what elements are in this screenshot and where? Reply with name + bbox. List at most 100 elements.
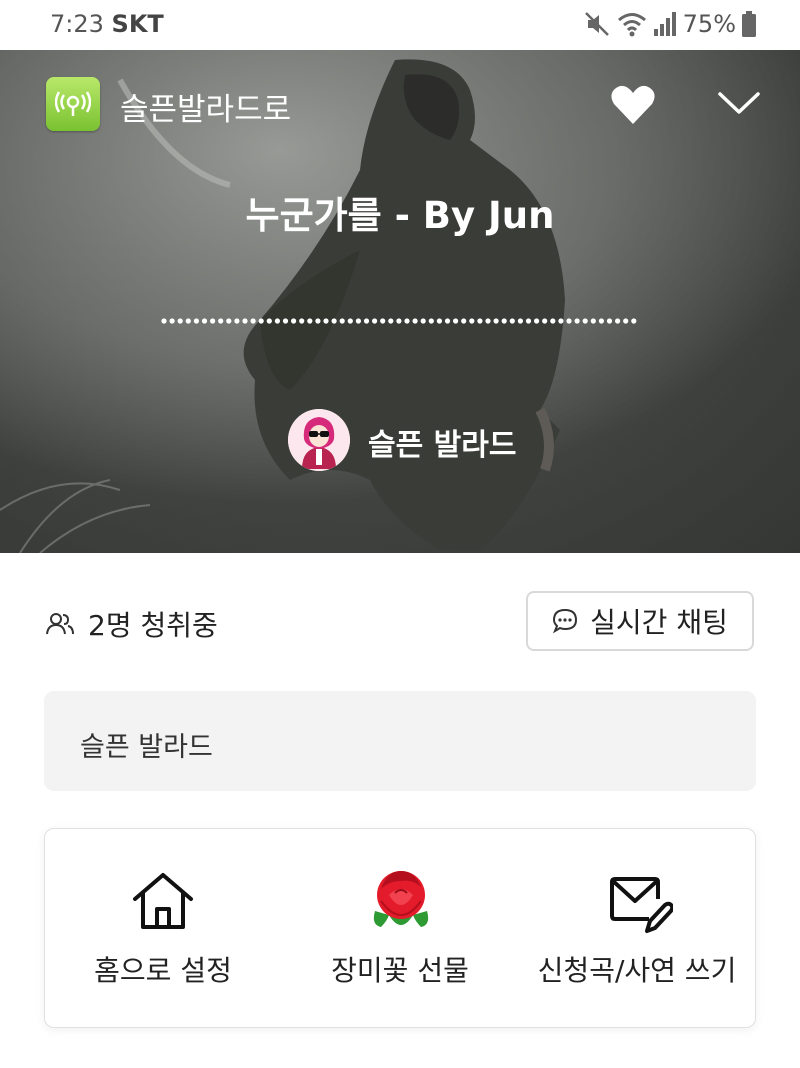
- progress-dot: [315, 318, 321, 324]
- progress-dot: [525, 318, 532, 324]
- progress-dot: [404, 318, 410, 324]
- progress-dot: [258, 318, 264, 324]
- progress-dot: [339, 318, 345, 324]
- progress-dot: [355, 318, 361, 324]
- description-text: 슬픈 발라드: [80, 732, 213, 763]
- write-request-button[interactable]: 신청곡/사연 쓰기: [519, 829, 755, 1027]
- carrier-text: SKT: [111, 10, 164, 38]
- rose-icon: [373, 871, 429, 927]
- progress-dot: [242, 318, 248, 324]
- progress-dot: [363, 318, 370, 324]
- progress-dot: [453, 318, 459, 324]
- progress-dot: [623, 318, 629, 324]
- progress-dot: [574, 318, 580, 324]
- progress-dot: [501, 318, 507, 324]
- progress-dot: [631, 318, 637, 324]
- rose-gift-button[interactable]: 장미꽃 선물: [281, 829, 519, 1027]
- progress-dot: [412, 318, 418, 324]
- progress-dot: [185, 318, 191, 324]
- channel-description: 슬픈 발라드: [44, 691, 756, 791]
- action-card: 홈으로 설정 장미꽃 선물 신청곡/사연 쓰기: [44, 828, 756, 1028]
- dj-avatar[interactable]: [288, 409, 350, 471]
- time-text: 7:23: [50, 10, 104, 38]
- progress-dot: [299, 318, 305, 324]
- signal-icon: [653, 12, 676, 36]
- live-chat-button[interactable]: 실시간 채팅: [526, 591, 754, 651]
- progress-dot: [493, 318, 499, 324]
- progress-dot: [517, 318, 523, 324]
- progress-dot: [177, 318, 183, 324]
- mail-write-icon: [610, 877, 675, 933]
- progress-dot: [615, 318, 621, 324]
- home-icon: [133, 873, 193, 929]
- progress-dot: [331, 318, 337, 324]
- wifi-icon: [617, 13, 646, 37]
- progress-dot: [218, 318, 224, 324]
- mute-icon: [584, 12, 609, 36]
- song-title: 누군가를 - By Jun: [245, 194, 555, 237]
- progress-dot: [598, 318, 604, 324]
- chevron-down-icon: [718, 92, 760, 114]
- progress-dot: [161, 318, 167, 324]
- rose-gift-label: 장미꽃 선물: [331, 954, 469, 987]
- progress-dot: [234, 318, 240, 324]
- progress-dot: [461, 318, 467, 324]
- progress-dot: [388, 318, 394, 324]
- people-icon: [46, 613, 74, 635]
- collapse-button[interactable]: [716, 86, 762, 120]
- status-bar: 7:23 SKT 75%: [0, 0, 800, 50]
- battery-percent: 75%: [682, 10, 736, 38]
- heart-icon: [611, 85, 655, 124]
- dj-character-icon: [288, 409, 350, 471]
- progress-dot: [582, 318, 588, 324]
- progress-dot: [566, 318, 572, 324]
- progress-dot: [323, 318, 329, 324]
- progress-dot: [226, 318, 232, 324]
- listener-count: 2명 청취중: [46, 604, 218, 644]
- progress-dot: [542, 318, 548, 324]
- progress-dot: [428, 318, 434, 324]
- player-hero: 슬픈발라드로 누군가를 - By Jun 슬픈 발라드: [0, 50, 800, 553]
- progress-dot: [380, 318, 386, 324]
- app-radio-icon: [46, 77, 100, 131]
- chat-button-label: 실시간 채팅: [590, 606, 728, 639]
- progress-dot: [590, 318, 596, 324]
- progress-dot: [372, 318, 378, 324]
- progress-dot: [550, 318, 556, 324]
- write-request-label: 신청곡/사연 쓰기: [537, 954, 737, 987]
- channel-title: 슬픈발라드로: [120, 92, 292, 128]
- status-icons: 75%: [583, 10, 756, 38]
- progress-dot: [436, 318, 442, 324]
- progress-dot: [534, 318, 540, 324]
- dj-name: 슬픈 발라드: [368, 428, 517, 463]
- status-time: 7:23 SKT: [50, 10, 164, 38]
- progress-dot: [282, 318, 289, 324]
- progress-dot: [266, 318, 272, 324]
- progress-dot: [420, 318, 426, 324]
- battery-icon: [742, 11, 756, 37]
- chat-bubble-icon: [553, 608, 578, 634]
- progress-dot: [307, 318, 313, 324]
- progress-dot: [201, 318, 208, 324]
- progress-dot: [291, 318, 297, 324]
- progress-dot: [509, 318, 515, 324]
- progress-dot: [169, 318, 175, 324]
- progress-dots: [161, 318, 637, 324]
- favorite-button[interactable]: [610, 84, 656, 126]
- progress-dot: [347, 318, 353, 324]
- progress-dot: [210, 318, 216, 324]
- progress-dot: [469, 318, 475, 324]
- set-home-label: 홈으로 설정: [94, 954, 232, 987]
- progress-dot: [485, 318, 491, 324]
- progress-dot: [274, 318, 280, 324]
- progress-dot: [250, 318, 256, 324]
- progress-dot: [558, 318, 564, 324]
- listeners-text: 2명 청취중: [88, 609, 218, 642]
- progress-dot: [444, 318, 451, 324]
- set-home-button[interactable]: 홈으로 설정: [45, 829, 281, 1027]
- progress-dot: [193, 318, 199, 324]
- progress-dot: [477, 318, 483, 324]
- progress-dot: [606, 318, 613, 324]
- progress-dot: [396, 318, 402, 324]
- radio-broadcast-icon: [55, 91, 91, 116]
